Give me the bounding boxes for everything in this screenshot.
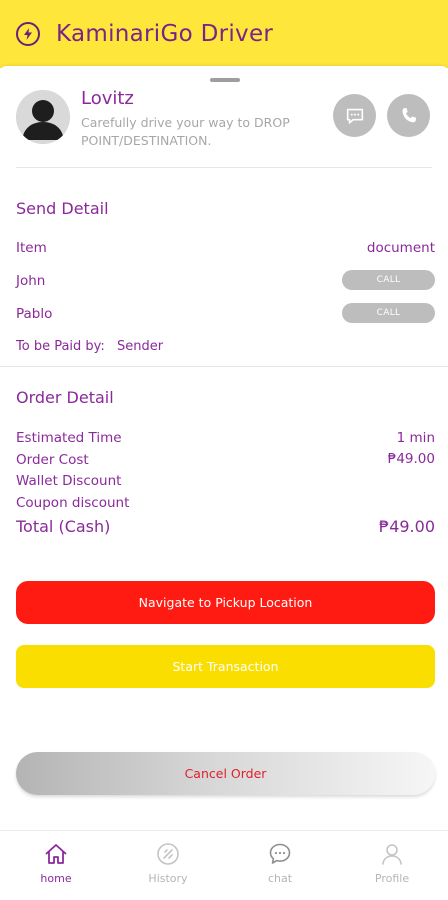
send-detail-title: Send Detail	[16, 199, 109, 218]
nav-profile[interactable]: Profile	[336, 831, 448, 900]
history-icon	[157, 843, 179, 865]
nav-chat[interactable]: chat	[224, 831, 336, 900]
paid-by-value: Sender	[116, 339, 164, 354]
app-header: KaminariGo Driver	[0, 0, 448, 68]
nav-history-label: History	[148, 872, 188, 885]
order-detail-title: Order Detail	[16, 388, 114, 407]
bottom-nav: home History chat Profile	[0, 830, 448, 900]
chat-bubble-icon	[346, 108, 363, 124]
chat-icon	[269, 843, 291, 864]
item-value: document	[366, 240, 435, 256]
nav-home-label: home	[40, 872, 72, 885]
start-transaction-button[interactable]: Start Transaction	[16, 645, 435, 688]
nav-history[interactable]: History	[112, 831, 224, 900]
message-button[interactable]	[333, 94, 376, 137]
phone-icon	[402, 107, 416, 122]
paid-by-label: To be Paid by:	[16, 339, 105, 354]
item-label: Item	[16, 240, 47, 256]
receiver-contact-name: Pablo	[16, 306, 53, 322]
home-icon	[45, 844, 67, 864]
sheet-drag-handle[interactable]	[210, 78, 240, 82]
divider	[0, 366, 448, 367]
order-sheet: Lovitz Carefully drive your way to DROP …	[0, 66, 448, 834]
driver-instruction: Carefully drive your way to DROP POINT/D…	[81, 115, 290, 148]
app-title: KaminariGo Driver	[56, 21, 274, 47]
paid-by-row: To be Paid by: Sender	[16, 339, 163, 354]
order-cost-value: ₱49.00	[387, 451, 435, 467]
estimated-time-value: 1 min	[396, 430, 435, 446]
cancel-order-button[interactable]: Cancel Order	[16, 752, 435, 795]
call-sender-button[interactable]: CALL	[342, 270, 435, 290]
total-value: ₱49.00	[379, 517, 435, 536]
driver-avatar	[16, 90, 70, 144]
total-label: Total (Cash)	[16, 517, 111, 536]
profile-icon	[382, 844, 402, 865]
navigate-to-pickup-button[interactable]: Navigate to Pickup Location	[16, 581, 435, 624]
order-cost-label: Order Cost	[16, 452, 89, 468]
divider	[16, 167, 432, 168]
call-driver-button[interactable]	[387, 94, 430, 137]
coupon-discount-label: Coupon discount	[16, 495, 130, 511]
sender-contact-name: John	[16, 273, 46, 289]
nav-home[interactable]: home	[0, 831, 112, 900]
lightning-logo-icon	[16, 22, 40, 46]
estimated-time-label: Estimated Time	[16, 430, 122, 446]
nav-chat-label: chat	[267, 872, 293, 885]
nav-profile-label: Profile	[374, 872, 410, 885]
driver-name: Lovitz	[81, 88, 134, 109]
call-receiver-button[interactable]: CALL	[342, 303, 435, 323]
wallet-discount-label: Wallet Discount	[16, 473, 122, 489]
